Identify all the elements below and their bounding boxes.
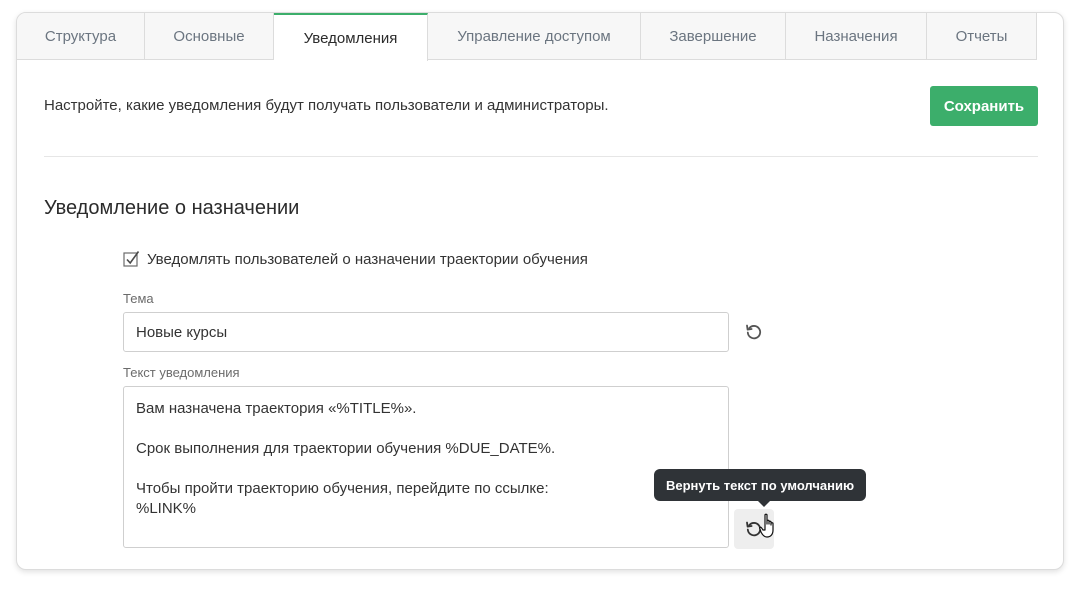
message-label: Текст уведомления <box>123 365 240 380</box>
divider <box>44 156 1038 157</box>
section-title: Уведомление о назначении <box>44 197 300 219</box>
notify-users-checkbox-label: Уведомлять пользователей о назначении тр… <box>147 251 588 268</box>
notify-users-checkbox-row[interactable]: Уведомлять пользователей о назначении тр… <box>123 250 588 268</box>
tab-notifications[interactable]: Уведомления <box>274 13 428 61</box>
tab-general[interactable]: Основные <box>145 13 274 60</box>
reset-tooltip: Вернуть текст по умолчанию <box>654 469 867 507</box>
checkmark-icon[interactable] <box>123 250 140 268</box>
message-textarea[interactable]: Вам назначена траектория «%TITLE%». Срок… <box>123 386 729 548</box>
tab-access-control[interactable]: Управление доступом <box>428 13 641 60</box>
subject-label: Тема <box>123 291 154 306</box>
subject-input[interactable] <box>123 312 729 352</box>
reset-subject-button[interactable] <box>734 312 774 352</box>
save-button[interactable]: Сохранить <box>930 86 1038 126</box>
tab-assignments[interactable]: Назначения <box>786 13 927 60</box>
tab-bar: Структура Основные Уведомления Управлени… <box>17 13 1037 61</box>
tab-completion[interactable]: Завершение <box>641 13 786 60</box>
reset-icon <box>746 324 762 340</box>
intro-text: Настройте, какие уведомления будут получ… <box>44 97 609 114</box>
hand-pointer-icon <box>759 513 774 538</box>
tab-structure[interactable]: Структура <box>17 13 145 60</box>
tab-reports[interactable]: Отчеты <box>927 13 1037 60</box>
settings-card: Структура Основные Уведомления Управлени… <box>16 12 1064 570</box>
